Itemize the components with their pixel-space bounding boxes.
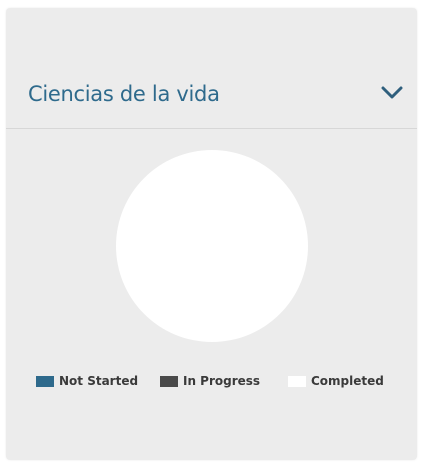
legend-label-completed: Completed [311, 374, 384, 388]
chart-legend: Not Started In Progress Completed [6, 373, 417, 393]
progress-chart: Not Started In Progress Completed [6, 129, 417, 460]
legend-label-in-progress: In Progress [183, 374, 261, 388]
legend-item-completed: Completed [288, 373, 384, 389]
legend-item-not-started: Not Started [36, 373, 138, 389]
legend-swatch-not-started [36, 375, 54, 387]
legend-swatch-completed [288, 375, 306, 387]
legend-label-not-started: Not Started [59, 374, 139, 388]
legend-swatch-in-progress [160, 375, 178, 387]
subject-card: Ciencias de la vida Not Started In Progr… [6, 8, 417, 460]
pie-slice-completed [116, 150, 308, 342]
pie-chart [116, 150, 308, 342]
card-header-toggle[interactable]: Ciencias de la vida [6, 8, 417, 129]
legend-item-in-progress: In Progress [160, 373, 260, 389]
card-title: Ciencias de la vida [28, 82, 220, 106]
chevron-down-icon[interactable] [381, 86, 403, 100]
